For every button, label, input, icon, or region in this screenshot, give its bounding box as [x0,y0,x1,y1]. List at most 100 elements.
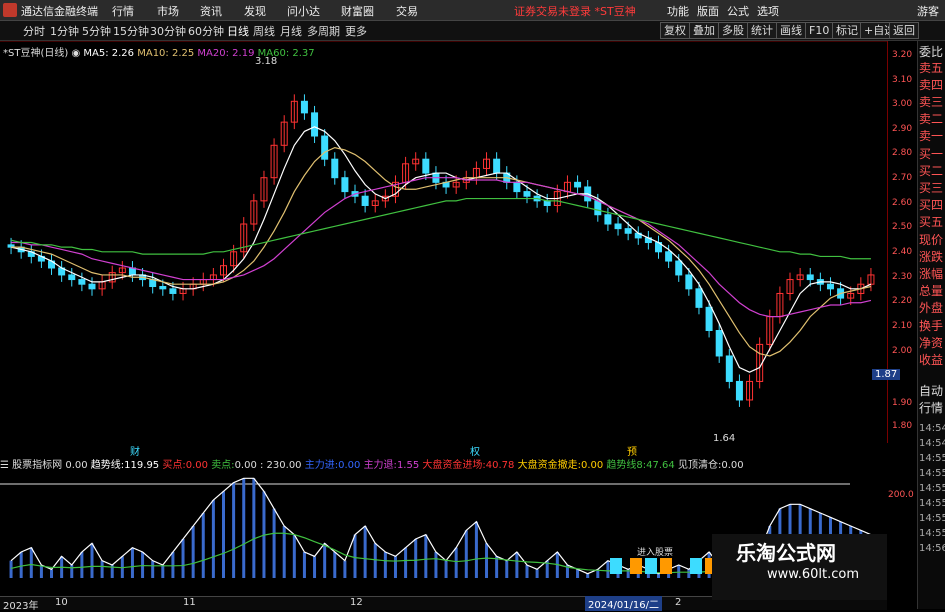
trade-time: 14:55 [919,498,945,509]
price-tick: 2.30 [892,272,913,282]
candle-body [604,214,612,225]
menu-quotes[interactable]: 行情 [112,3,134,19]
price-tick: 2.40 [892,247,913,257]
side-item-ask2: 卖二 [919,112,944,126]
candle-body [614,223,622,230]
candle-body [311,112,319,137]
price-tick: 2.70 [892,173,913,183]
candle-body [321,135,329,160]
ma10-line [11,146,872,357]
side-item-turnover: 换手 [919,319,944,333]
trade-time: 14:54 [919,438,945,449]
menu-bar: 通达信金融终端 行情 市场 资讯 发现 问小达 财富圈 交易 证券交易未登录 *… [0,0,945,21]
side-item-ask1: 卖一 [919,129,944,143]
side-item-bid5: 买五 [919,215,944,229]
menu-trade[interactable]: 交易 [396,3,418,19]
price-tick: 2.90 [892,124,913,134]
guest-label[interactable]: 游客 [917,3,939,19]
f10-button[interactable]: F10 [805,22,834,39]
price-tick: 2.80 [892,148,913,158]
side-item-bid3: 买三 [919,181,944,195]
candle-body [422,158,430,174]
side-item-net-assets: 净资 [919,336,944,350]
side-item-quotes[interactable]: 行情 [919,402,943,415]
menu-layout[interactable]: 版面 [697,3,719,19]
ma10-value: MA10: 2.25 [137,48,195,59]
menu-wealth[interactable]: 财富圈 [341,3,374,19]
mark-button[interactable]: 标记 [832,22,862,39]
candle-body [523,191,531,197]
candle-body [68,274,76,281]
signal-block [630,558,642,574]
trade-time: 14:54 [919,423,945,434]
tf-15min[interactable]: 15分钟 [113,23,149,39]
login-warning[interactable]: 证券交易未登录 *ST豆神 [514,3,636,19]
candle-body [574,181,582,188]
candle-body [331,158,339,179]
signal-block [690,558,702,574]
menu-news[interactable]: 资讯 [200,3,222,19]
app-logo-icon [3,3,17,17]
price-tick: 1.90 [892,398,913,408]
candle-body [826,283,834,290]
candle-body [513,181,521,193]
adjust-button[interactable]: 复权 [660,22,690,39]
tf-daily[interactable]: 日线 [227,23,249,39]
low-annotation: 1.64 [713,433,736,444]
candle-body [725,355,733,382]
side-item-bid4: 买四 [919,198,944,212]
side-item-outer: 外盘 [919,301,944,315]
side-item-earnings: 收益 [919,353,944,367]
menu-ask[interactable]: 问小达 [287,3,320,19]
overlay-button[interactable]: 叠加 [689,22,719,39]
ma20-line [11,177,872,318]
side-item-bid-ratio[interactable]: 委比 [919,46,943,59]
tf-5min[interactable]: 5分钟 [82,23,111,39]
menu-discover[interactable]: 发现 [244,3,266,19]
current-price-tag: 1.87 [872,369,901,380]
tf-multi[interactable]: 多周期 [307,23,340,39]
candle-body [78,279,86,285]
candle-body [675,260,683,276]
multi-stock-button[interactable]: 多股 [718,22,748,39]
price-tick: 3.20 [892,50,913,60]
tf-intraday[interactable]: 分时 [23,23,45,39]
tf-60min[interactable]: 60分钟 [188,23,224,39]
menu-function[interactable]: 功能 [667,3,689,19]
signal-block [610,558,622,574]
side-item-ask4: 卖四 [919,78,944,92]
tf-1min[interactable]: 1分钟 [50,23,79,39]
tf-30min[interactable]: 30分钟 [150,23,186,39]
side-item-change: 涨跌 [919,250,944,264]
date-tick: 2 [675,597,682,608]
candle-body [715,330,723,357]
indicator-bar: ☰ 股票指标网 0.00 趋势线:119.95 买点:0.00 卖点:0.00 … [0,456,887,471]
price-tick: 2.10 [892,321,913,331]
sub-legend: 进入股票 [637,548,674,558]
app-title: 通达信金融终端 [21,5,98,18]
draw-button[interactable]: 画线 [776,22,806,39]
trade-time: 14:55 [919,468,945,479]
price-tick: 2.50 [892,222,913,232]
trade-time: 14:55 [919,513,945,524]
candle-body [341,177,349,193]
stats-button[interactable]: 统计 [747,22,777,39]
back-button[interactable]: 返回 [889,22,919,39]
side-item-change-pct: 涨幅 [919,267,944,281]
trade-time: 14:55 [919,483,945,494]
ma60-line [10,197,871,260]
tf-weekly[interactable]: 周线 [253,23,275,39]
menu-market[interactable]: 市场 [157,3,179,19]
date-tick: 2023年 [3,601,39,612]
side-item-ask5: 卖五 [919,61,944,75]
side-item-auto[interactable]: 自动 [919,385,943,398]
menu-options[interactable]: 选项 [757,3,779,19]
signal-block [660,558,672,574]
tf-more[interactable]: 更多 [345,23,367,39]
tf-monthly[interactable]: 月线 [280,23,302,39]
candle-body [806,274,814,281]
menu-formula[interactable]: 公式 [727,3,749,19]
candlestick-chart[interactable] [0,41,887,443]
ma5-value: MA5: 2.26 [83,48,135,59]
legend-toggle-icon[interactable]: ◉ [71,48,80,59]
